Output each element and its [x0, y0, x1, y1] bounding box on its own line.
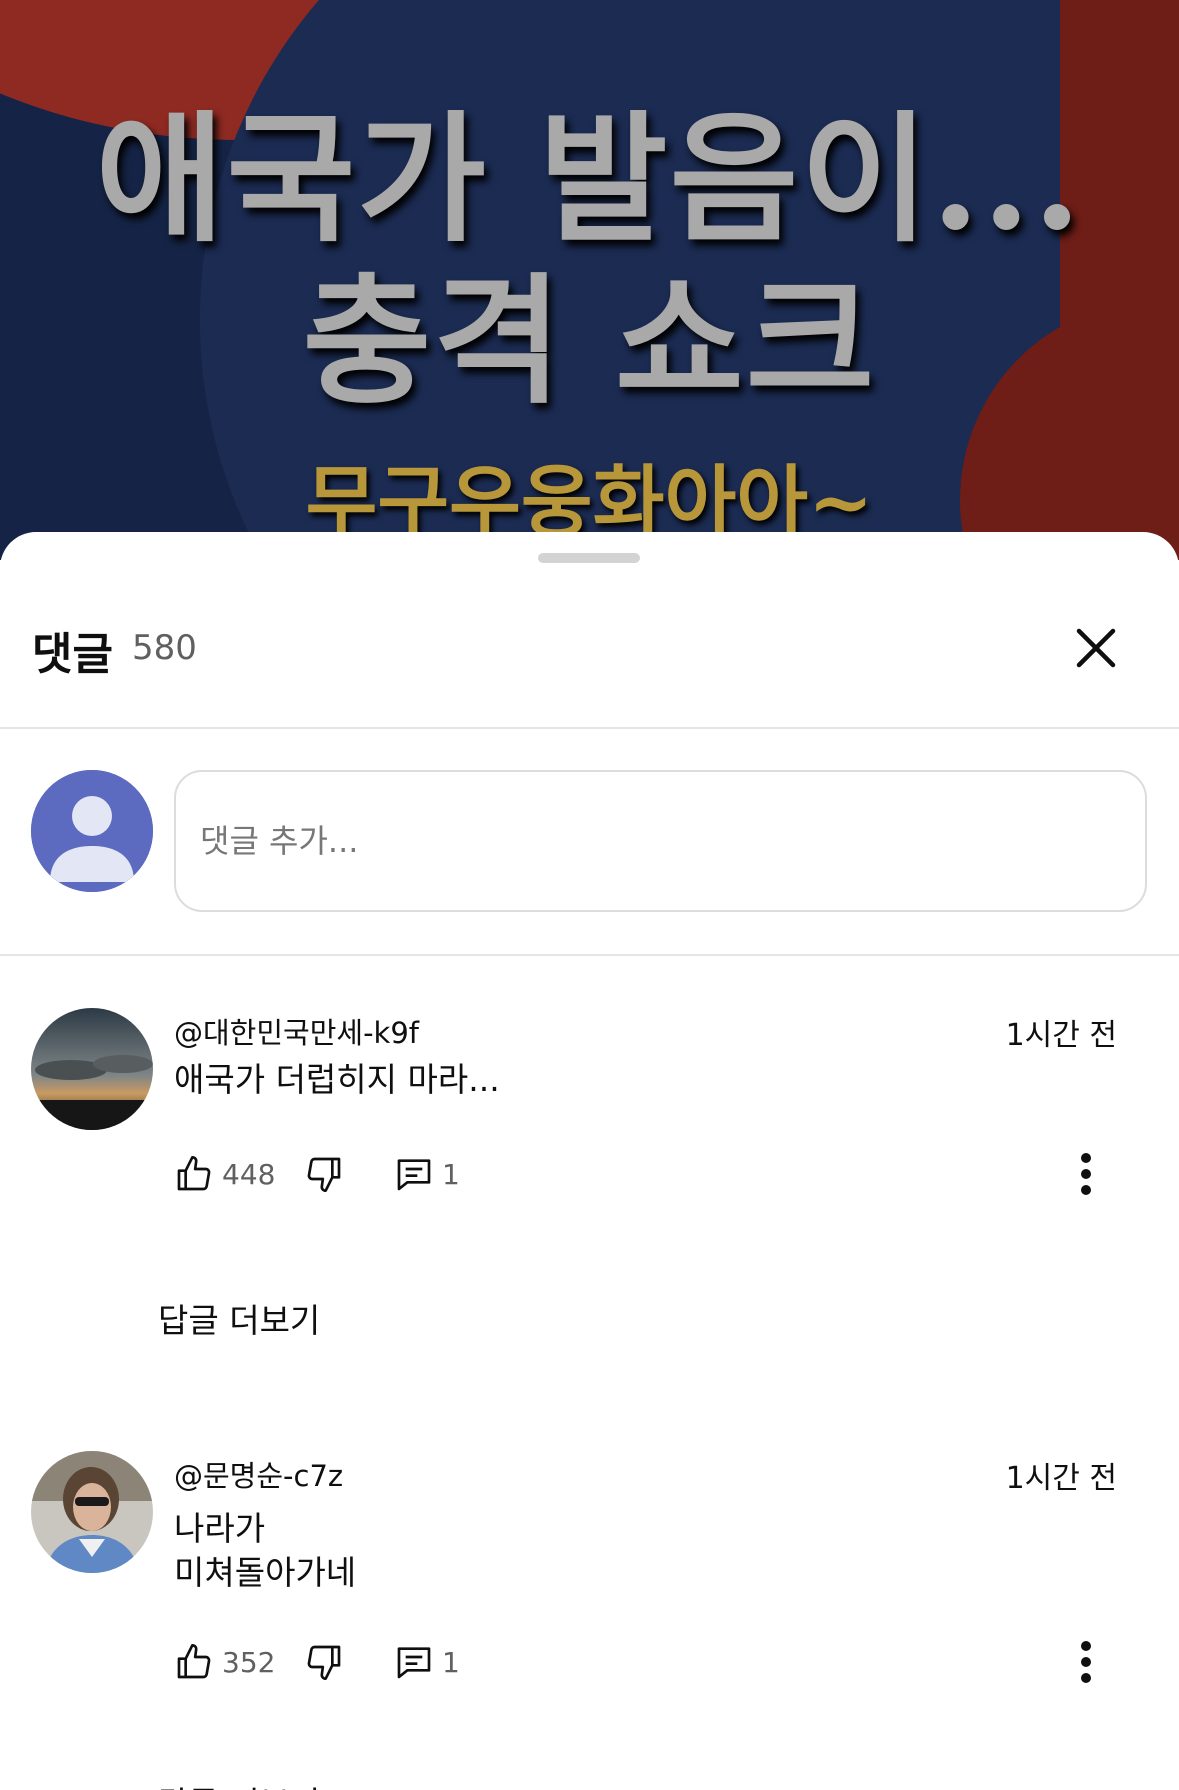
comment-actions: 448 1	[174, 1148, 1134, 1200]
video-title-line2: 충격 쇼크	[302, 260, 877, 424]
like-count: 448	[222, 1157, 276, 1191]
drag-handle[interactable]	[538, 553, 640, 563]
comments-title: 댓글	[32, 629, 113, 680]
comment-timestamp: 1시간 전	[1005, 1461, 1117, 1496]
reply-count: 1	[442, 1645, 460, 1679]
dislike-button[interactable]	[304, 1636, 344, 1688]
video-thumbnail[interactable]: 애국가 발음이... 충격 쇼크 무구우웅화아아~	[0, 0, 1179, 560]
comment-item: @대한민국만세-k9f 1시간 전 애국가 더럽히지 마라... 448 1 답…	[0, 1008, 1179, 1358]
commenter-avatar[interactable]	[31, 1451, 153, 1573]
composer-divider	[0, 954, 1179, 956]
comment-author[interactable]: @대한민국만세-k9f	[174, 1010, 419, 1052]
view-replies-link[interactable]: 답글 더보기	[158, 1294, 320, 1342]
reply-count: 1	[442, 1157, 460, 1191]
more-vert-icon	[1081, 1641, 1091, 1683]
view-replies-link[interactable]: 답글 더보기	[158, 1777, 320, 1790]
reply-button[interactable]: 1	[394, 1148, 460, 1200]
comment-text-line: 나라가	[174, 1509, 266, 1548]
reply-button[interactable]: 1	[394, 1636, 460, 1688]
comment-author[interactable]: @문명순-c7z	[174, 1453, 343, 1495]
dislike-button[interactable]	[304, 1148, 344, 1200]
comments-header: 댓글 580	[0, 608, 1179, 688]
current-user-avatar	[31, 770, 153, 892]
comment-timestamp: 1시간 전	[1005, 1018, 1117, 1053]
comment-bubble-icon	[397, 1647, 431, 1679]
add-comment-input[interactable]	[174, 770, 1147, 912]
commenter-avatar[interactable]	[31, 1008, 153, 1130]
comments-sheet: 댓글 580 댓글 추가... @대한민국만세-k9f 1시간 전 애국가 더럽…	[0, 532, 1179, 1790]
thumbs-up-icon	[177, 1644, 211, 1679]
thumbs-down-icon	[307, 1645, 341, 1680]
more-vert-icon	[1081, 1153, 1091, 1195]
video-title-line1: 애국가 발음이...	[95, 98, 1084, 262]
comment-text: 나라가 미쳐돌아가네	[174, 1507, 356, 1595]
thumbs-up-icon	[177, 1156, 211, 1191]
comment-more-button[interactable]	[1064, 1636, 1108, 1688]
like-count: 352	[222, 1645, 276, 1679]
avatar-image	[31, 1451, 153, 1573]
comment-text-line: 애국가 더럽히지 마라...	[174, 1060, 500, 1099]
thumbs-down-icon	[307, 1157, 341, 1192]
comment-text-line: 미쳐돌아가네	[174, 1553, 357, 1592]
comments-count: 580	[132, 628, 197, 668]
header-divider	[0, 727, 1179, 729]
comment-actions: 352 1	[174, 1636, 1134, 1688]
comment-bubble-icon	[397, 1159, 431, 1191]
comment-text: 애국가 더럽히지 마라...	[174, 1058, 500, 1102]
comment-item: @문명순-c7z 1시간 전 나라가 미쳐돌아가네 352 1	[0, 1451, 1179, 1790]
like-button[interactable]: 352	[174, 1636, 275, 1688]
default-user-icon	[31, 770, 153, 892]
like-button[interactable]: 448	[174, 1148, 275, 1200]
close-button[interactable]	[1066, 618, 1126, 678]
avatar-image	[31, 1008, 153, 1130]
comment-more-button[interactable]	[1064, 1148, 1108, 1200]
close-icon	[1076, 628, 1116, 668]
